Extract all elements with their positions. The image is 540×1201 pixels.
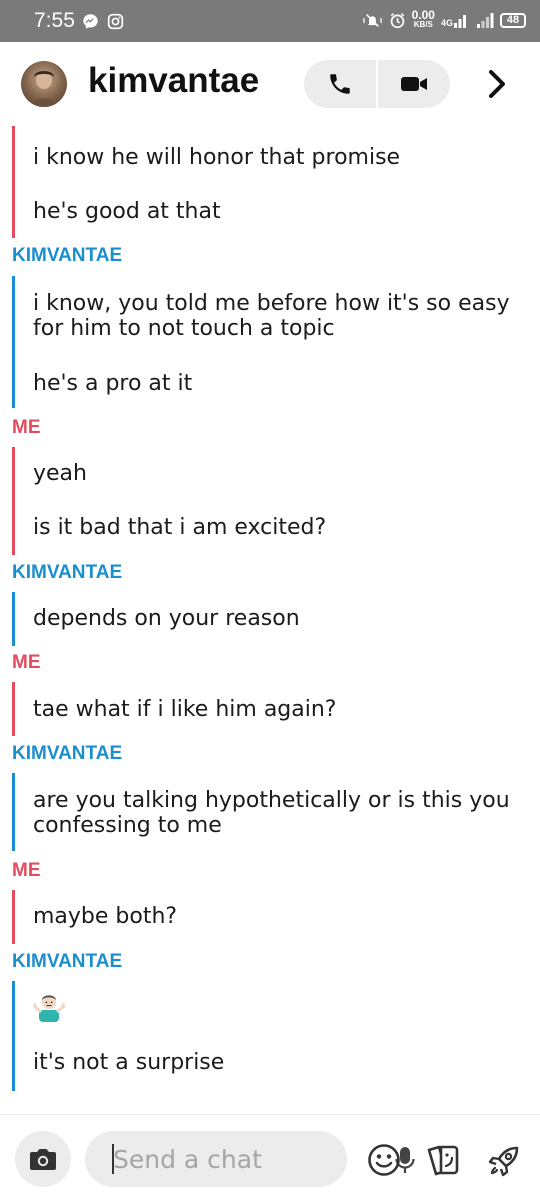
voice-call-button[interactable]	[304, 60, 376, 108]
chat-header: kimvantae	[0, 42, 540, 126]
chat-title[interactable]: kimvantae	[88, 61, 259, 101]
chat-input-container	[85, 1131, 415, 1187]
avatar-photo	[29, 71, 59, 107]
network-speed: 0.00 KB/S	[411, 8, 435, 30]
sender-label-friend: KIMVANTAE	[12, 245, 123, 266]
message-text[interactable]: tae what if i like him again?	[33, 697, 528, 722]
message-group-bar-me	[12, 126, 15, 238]
sender-label-me: ME	[12, 417, 41, 438]
sender-label-friend: KIMVANTAE	[12, 562, 123, 583]
bitmoji-button[interactable]	[367, 1143, 401, 1181]
message-text[interactable]: he's good at that	[33, 199, 528, 224]
chat-input[interactable]	[113, 1131, 293, 1187]
message-text[interactable]: it's not a surprise	[33, 1050, 528, 1075]
chat-input-bar	[0, 1114, 540, 1201]
signal-bars-icon	[454, 15, 466, 28]
message-group-bar-friend	[12, 276, 15, 408]
cards-icon	[427, 1145, 459, 1176]
video-camera-icon	[400, 77, 427, 91]
message-group-bar-friend	[12, 981, 15, 1091]
message-group-bar-me	[12, 682, 15, 736]
stickers-cards-button[interactable]	[426, 1143, 464, 1181]
instagram-notification-icon	[107, 13, 124, 30]
text-cursor	[112, 1144, 114, 1174]
status-time: 7:55	[34, 9, 75, 32]
person-shrugging-emoji[interactable]	[33, 991, 65, 1023]
camera-button[interactable]	[15, 1131, 71, 1187]
message-text[interactable]: he's a pro at it	[33, 371, 528, 396]
chevron-right-icon	[489, 70, 505, 98]
smiley-icon	[368, 1144, 400, 1176]
sender-label-friend: KIMVANTAE	[12, 951, 123, 972]
message-text[interactable]: i know, you told me before how it's so e…	[33, 291, 528, 341]
message-text[interactable]: is it bad that i am excited?	[33, 515, 528, 540]
mute-vibrate-icon	[362, 13, 382, 27]
signal-strength-1: 4G	[441, 12, 470, 28]
camera-icon	[30, 1149, 56, 1170]
call-controls	[304, 60, 450, 108]
alarm-icon	[390, 12, 404, 28]
signal-bars-sim2-icon	[477, 13, 494, 28]
battery-indicator: 48	[500, 12, 526, 28]
sender-label-friend: KIMVANTAE	[12, 743, 123, 764]
message-group-bar-friend	[12, 773, 15, 851]
message-text[interactable]: yeah	[33, 461, 528, 486]
rocket-icon	[488, 1146, 519, 1177]
video-call-button[interactable]	[378, 60, 450, 108]
message-group-bar-me	[12, 447, 15, 555]
network-speed-unit: KB/S	[413, 20, 433, 29]
message-group-bar-me	[12, 890, 15, 944]
games-button[interactable]	[486, 1143, 522, 1183]
message-text[interactable]: depends on your reason	[33, 606, 528, 631]
network-type-label: 4G	[440, 18, 453, 28]
message-text[interactable]: maybe both?	[33, 904, 528, 929]
message-text[interactable]: are you talking hypothetically or is thi…	[33, 788, 528, 838]
status-bar: 7:55 0.00 KB/S 4G 48	[0, 0, 540, 42]
avatar[interactable]	[21, 61, 67, 107]
sender-label-me: ME	[12, 860, 41, 881]
message-group-bar-friend	[12, 592, 15, 646]
sender-label-me: ME	[12, 652, 41, 673]
network-speed-value: 0.00	[411, 8, 435, 22]
messenger-notification-icon	[83, 14, 98, 29]
message-text[interactable]: i know he will honor that promise	[33, 145, 528, 170]
chat-forward-button[interactable]	[482, 66, 512, 102]
phone-icon	[330, 74, 350, 94]
